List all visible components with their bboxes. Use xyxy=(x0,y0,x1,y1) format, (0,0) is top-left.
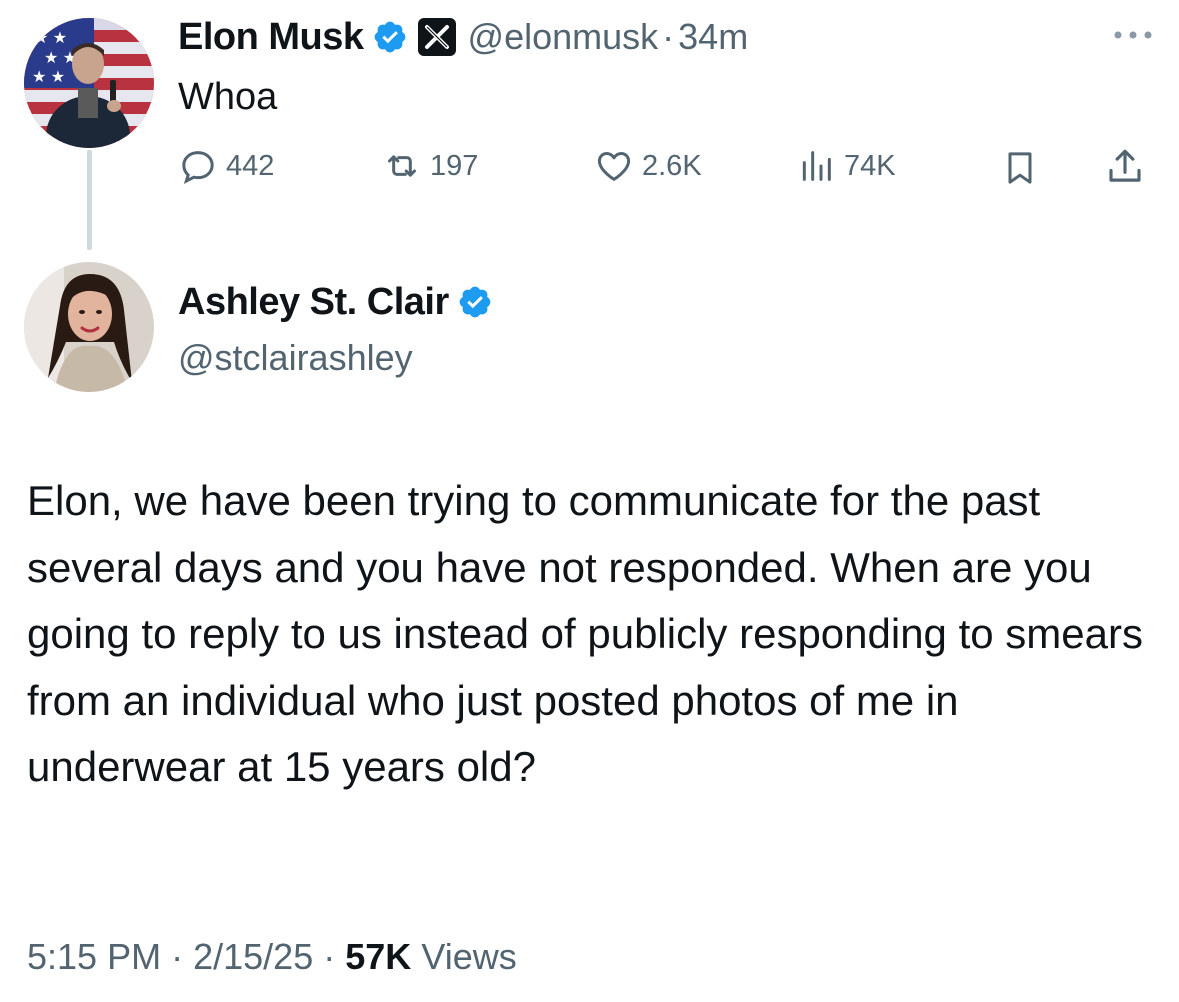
reply-count: 442 xyxy=(226,149,275,182)
tweet-views-label: Views xyxy=(421,936,517,977)
reply-text: Whoa xyxy=(178,76,278,118)
svg-text:★ ★: ★ ★ xyxy=(34,30,67,47)
tweet-views-count[interactable]: 57K xyxy=(345,936,411,977)
repost-count: 197 xyxy=(430,149,479,182)
ashley-avatar-image xyxy=(24,262,154,392)
elon-avatar[interactable]: ★ ★ ★ ★ ★ ★ xyxy=(24,18,154,148)
verified-badge-icon[interactable] xyxy=(372,19,408,55)
footer-separator-2: · xyxy=(323,936,336,977)
main-tweet-text: Elon, we have been trying to communicate… xyxy=(27,477,1143,790)
share-icon[interactable] xyxy=(1104,146,1146,188)
main-author-name[interactable]: Ashley St. Clair xyxy=(178,283,449,321)
reply-separator: · xyxy=(662,16,675,57)
reply-icon xyxy=(182,151,214,184)
tweet-footer: 5:15 PM · 2/15/25 · 57K Views xyxy=(27,936,517,978)
like-count: 2.6K xyxy=(642,149,702,182)
reply-author-name[interactable]: Elon Musk xyxy=(178,18,364,56)
ashley-avatar[interactable] xyxy=(24,262,154,392)
verified-badge-icon[interactable] xyxy=(457,284,493,320)
main-author-row: Ashley St. Clair xyxy=(178,283,493,321)
heart-icon xyxy=(597,152,631,181)
views-bar-icon xyxy=(802,151,831,181)
repost-action[interactable]: 197 xyxy=(382,146,478,186)
reply-header: Elon Musk @elonmusk · 34m xyxy=(178,18,748,56)
footer-separator-1: · xyxy=(171,936,184,977)
bookmark-icon[interactable] xyxy=(1000,148,1040,188)
views-count: 74K xyxy=(844,149,896,182)
repost-icon xyxy=(388,155,416,177)
like-action[interactable]: 2.6K xyxy=(594,146,702,186)
thread-connector-line xyxy=(87,150,92,250)
svg-text:★ ★: ★ ★ xyxy=(32,69,65,86)
views-action[interactable]: 74K xyxy=(796,146,896,186)
main-handle[interactable]: @stclairashley xyxy=(178,340,413,376)
tweet-date[interactable]: 2/15/25 xyxy=(193,936,313,977)
more-dots-icon[interactable] xyxy=(1112,26,1154,44)
reply-time[interactable]: 34m xyxy=(678,19,748,55)
tweet-time[interactable]: 5:15 PM xyxy=(27,936,161,977)
x-logo-icon xyxy=(417,18,456,56)
reply-handle[interactable]: @elonmusk xyxy=(468,19,659,55)
elon-avatar-image: ★ ★ ★ ★ ★ ★ xyxy=(24,18,154,148)
reply-action[interactable]: 442 xyxy=(178,146,274,186)
